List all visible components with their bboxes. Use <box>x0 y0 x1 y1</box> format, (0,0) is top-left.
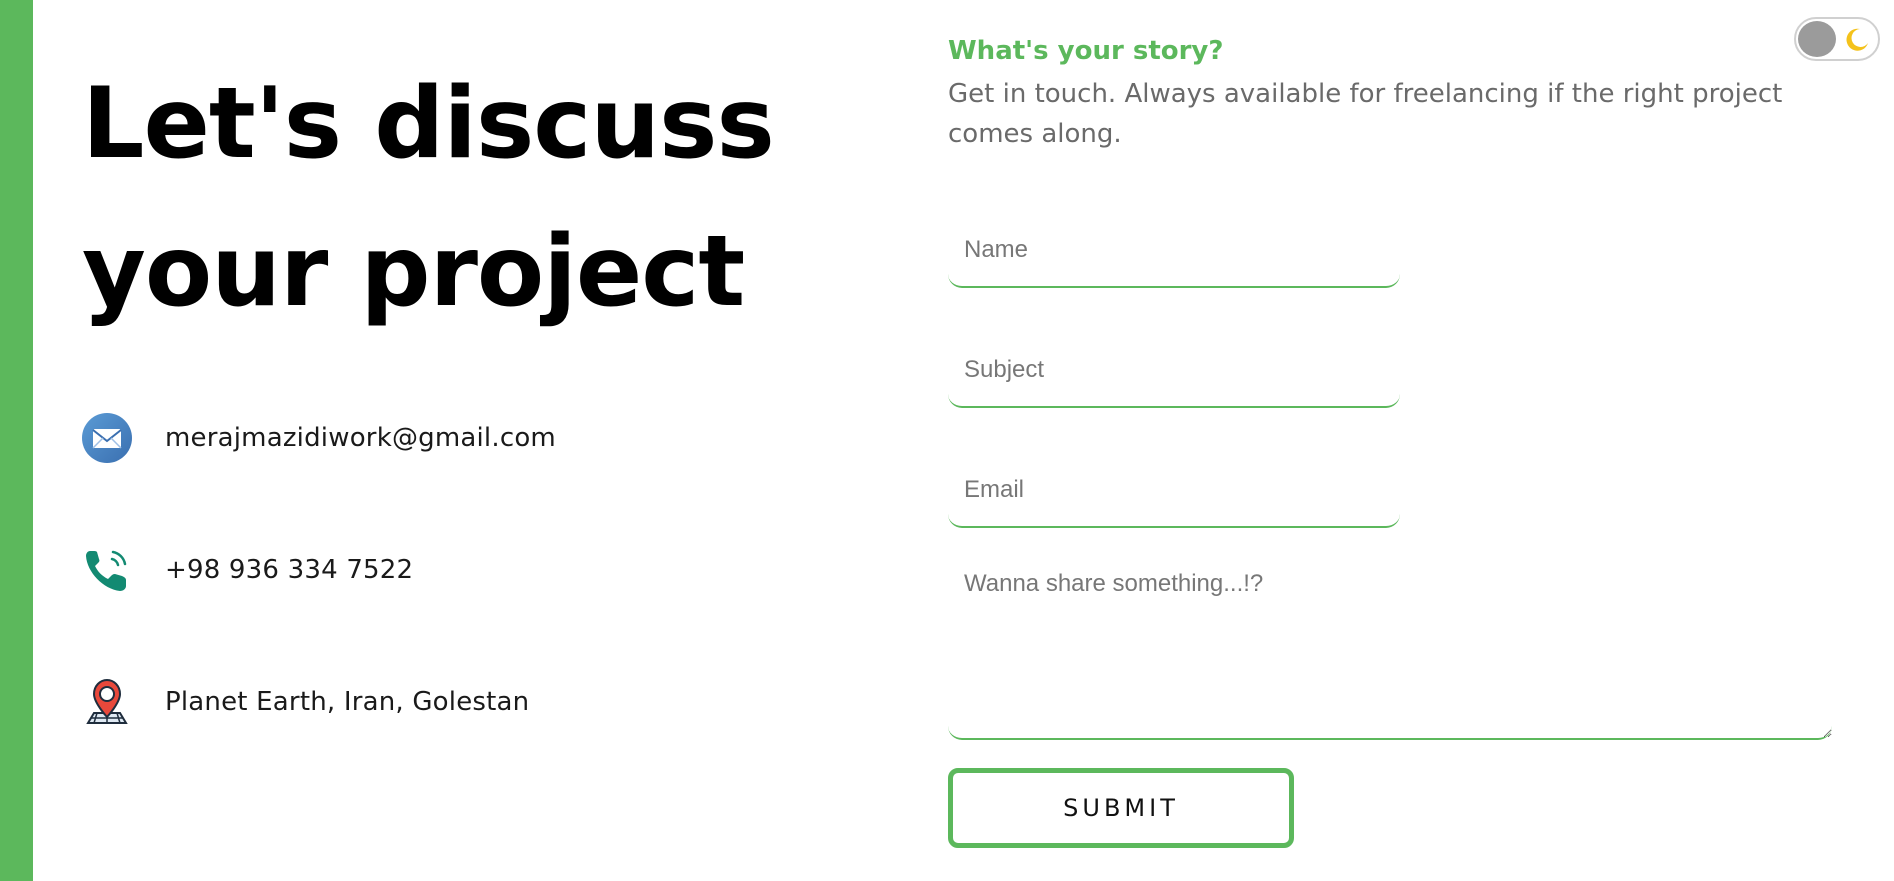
mail-icon <box>82 413 132 463</box>
map-pin-icon <box>82 677 132 727</box>
contact-phone-text[interactable]: +98 936 334 7522 <box>165 555 413 585</box>
theme-toggle[interactable] <box>1794 17 1880 61</box>
contact-page: Let's discuss your project merajmazidiwo… <box>0 0 1894 881</box>
page-title-line-2: your project <box>82 215 745 329</box>
accent-sidebar-bar <box>0 0 33 881</box>
submit-button[interactable]: SUBMIT <box>948 768 1294 848</box>
name-input[interactable] <box>948 214 1400 288</box>
contact-location-text: Planet Earth, Iran, Golestan <box>165 687 530 717</box>
email-input[interactable] <box>948 454 1400 528</box>
toggle-knob <box>1798 21 1836 57</box>
page-title-line-1: Let's discuss <box>82 67 775 181</box>
page-title: Let's discuss your project <box>82 50 902 346</box>
story-description: Get in touch. Always available for freel… <box>948 79 1783 149</box>
moon-icon <box>1844 26 1870 52</box>
contact-phone-row: +98 936 334 7522 <box>82 544 413 596</box>
contact-email-row: merajmazidiwork@gmail.com <box>82 412 556 464</box>
message-textarea[interactable] <box>948 556 1832 740</box>
subject-input[interactable] <box>948 334 1400 408</box>
contact-email-text[interactable]: merajmazidiwork@gmail.com <box>165 423 556 453</box>
story-title: What's your story? <box>948 36 1224 66</box>
contact-location-row: Planet Earth, Iran, Golestan <box>82 676 529 728</box>
phone-icon <box>82 545 132 595</box>
